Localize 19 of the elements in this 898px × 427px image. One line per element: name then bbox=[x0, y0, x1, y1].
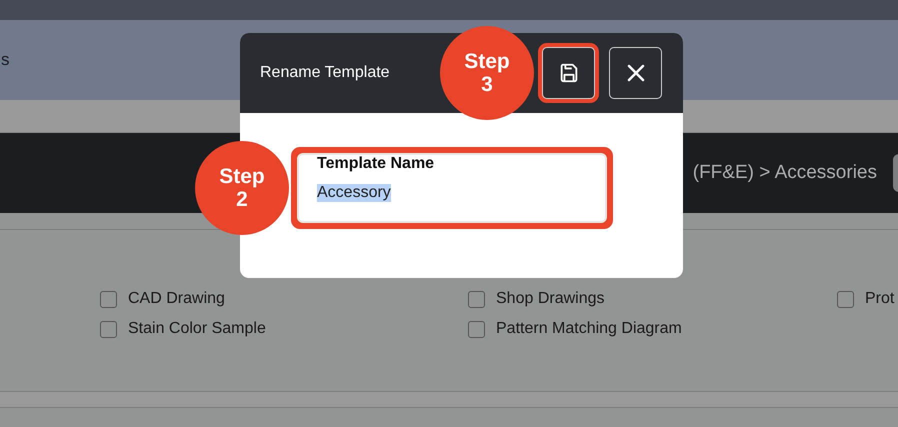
checkbox-option[interactable]: Prot bbox=[837, 290, 898, 308]
checkbox-option[interactable]: Stain Color Sample bbox=[100, 320, 468, 338]
checkbox-option[interactable]: Shop Drawings bbox=[468, 290, 837, 308]
save-icon bbox=[558, 62, 580, 84]
checkbox[interactable] bbox=[468, 290, 485, 308]
checkbox-option[interactable]: Pattern Matching Diagram bbox=[468, 320, 837, 338]
checkbox-option[interactable]: CAD Drawing bbox=[100, 290, 468, 308]
dialog-title: Rename Template bbox=[260, 64, 390, 82]
checkbox[interactable] bbox=[100, 320, 117, 338]
checkbox[interactable] bbox=[837, 290, 854, 308]
input-field[interactable]: Template Name Accessory bbox=[297, 153, 607, 223]
close-button[interactable] bbox=[609, 47, 662, 99]
checkbox[interactable] bbox=[100, 290, 117, 308]
field-value: Accessory bbox=[317, 184, 391, 202]
checkbox[interactable] bbox=[468, 320, 485, 338]
heading-text: s bbox=[1, 50, 10, 70]
close-icon bbox=[626, 63, 646, 83]
breadcrumb: (FF&E) > Accessories bbox=[692, 162, 877, 184]
save-button[interactable] bbox=[542, 47, 595, 99]
